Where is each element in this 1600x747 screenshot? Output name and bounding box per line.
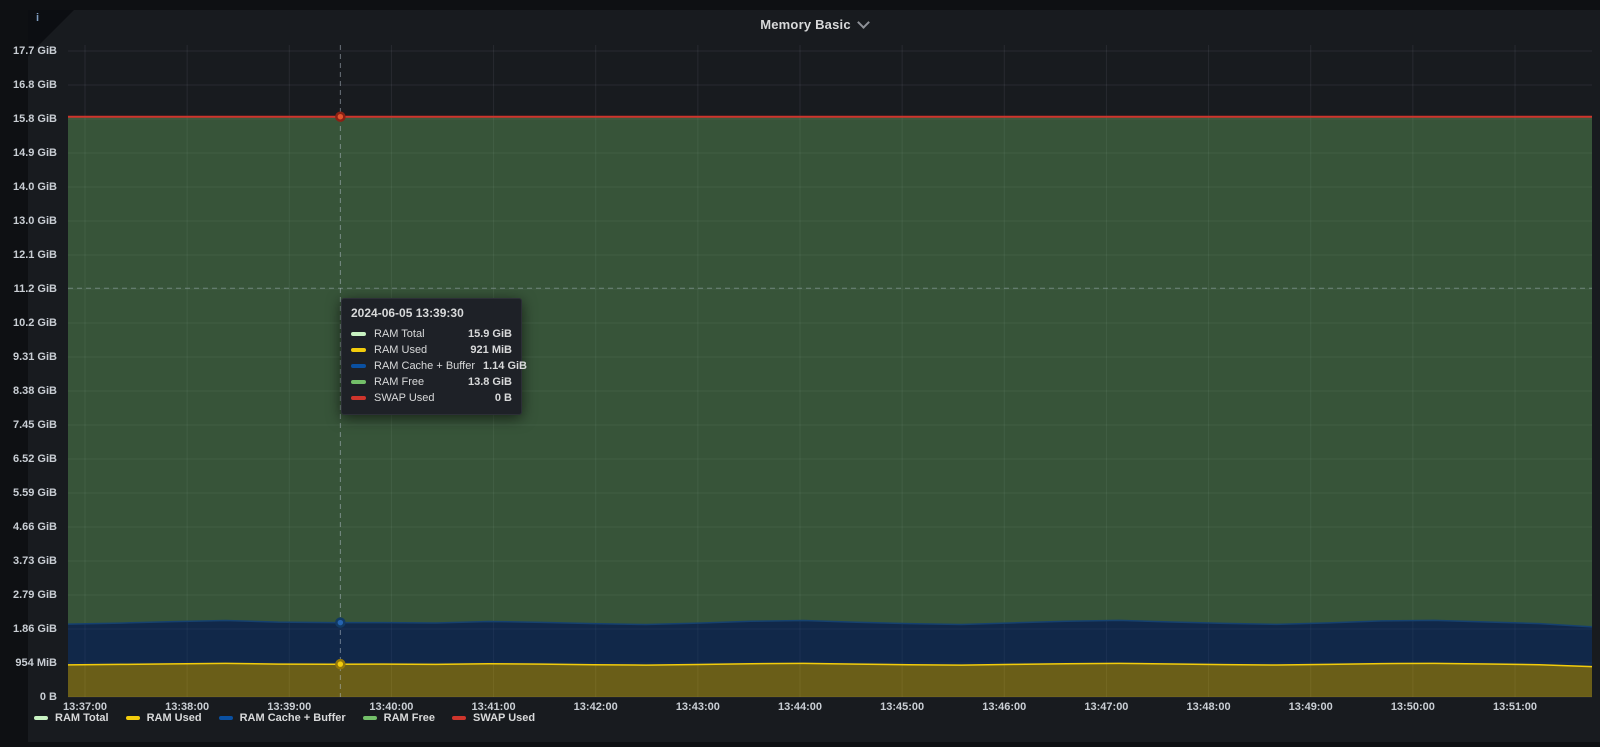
tooltip-series-swatch-icon — [351, 332, 366, 336]
legend-swatch-icon — [126, 716, 140, 720]
y-axis-label: 15.8 GiB — [0, 112, 57, 126]
y-axis-label: 4.66 GiB — [0, 520, 57, 534]
y-axis-label: 2.79 GiB — [0, 588, 57, 602]
legend-item[interactable]: RAM Total — [34, 712, 109, 724]
area-ram-free — [68, 117, 1592, 627]
y-axis-label: 8.38 GiB — [0, 384, 57, 398]
y-axis-label: 3.73 GiB — [0, 554, 57, 568]
tooltip-timestamp: 2024-06-05 13:39:30 — [351, 306, 512, 320]
y-axis-label: 6.52 GiB — [0, 452, 57, 466]
chart-plot-area[interactable] — [0, 0, 1600, 742]
y-axis-label: 13.0 GiB — [0, 214, 57, 228]
legend: RAM Total RAM Used RAM Cache + Buffer RAM F… — [34, 712, 535, 724]
y-axis-label: 10.2 GiB — [0, 316, 57, 330]
tooltip-row: SWAP Used 0 B — [351, 390, 512, 406]
tooltip-series-label: SWAP Used — [374, 392, 487, 404]
tooltip-series-value: 1.14 GiB — [483, 360, 527, 372]
legend-swatch-icon — [452, 716, 466, 720]
chart-svg — [0, 0, 1600, 742]
x-axis-label: 13:50:00 — [1375, 701, 1451, 714]
y-axis-label: 9.31 GiB — [0, 350, 57, 364]
x-axis-label: 13:51:00 — [1477, 701, 1553, 714]
hover-point — [336, 113, 344, 121]
y-axis-label: 16.8 GiB — [0, 78, 57, 92]
tooltip-series-label: RAM Free — [374, 376, 460, 388]
tooltip-series-label: RAM Total — [374, 328, 460, 340]
legend-swatch-icon — [219, 716, 233, 720]
y-axis-label: 954 MiB — [0, 656, 57, 670]
tooltip-series-swatch-icon — [351, 380, 366, 384]
tooltip-series-value: 15.9 GiB — [468, 328, 512, 340]
x-axis-label: 13:42:00 — [558, 701, 634, 714]
tooltip-row: RAM Cache + Buffer1.14 GiB — [351, 358, 512, 374]
x-axis-label: 13:47:00 — [1068, 701, 1144, 714]
tooltip-series-swatch-icon — [351, 364, 366, 368]
tooltip-series-label: RAM Used — [374, 344, 462, 356]
y-axis-label: 5.59 GiB — [0, 486, 57, 500]
tooltip-series-value: 921 MiB — [470, 344, 512, 356]
y-axis-label: 1.86 GiB — [0, 622, 57, 636]
x-axis-label: 13:48:00 — [1171, 701, 1247, 714]
y-axis-label: 11.2 GiB — [0, 282, 57, 296]
legend-item-label: RAM Total — [55, 712, 109, 724]
y-axis-label: 12.1 GiB — [0, 248, 57, 262]
area-ram-cache-buffer — [68, 620, 1592, 666]
x-axis-label: 13:44:00 — [762, 701, 838, 714]
y-axis-label: 14.9 GiB — [0, 146, 57, 160]
tooltip-series-value: 0 B — [495, 392, 512, 404]
tooltip-row: RAM Used 921 MiB — [351, 342, 512, 358]
legend-item[interactable]: SWAP Used — [452, 712, 535, 724]
hover-point — [336, 619, 344, 627]
tooltip-series-value: 13.8 GiB — [468, 376, 512, 388]
y-axis-label: 7.45 GiB — [0, 418, 57, 432]
legend-item-label: RAM Used — [147, 712, 202, 724]
tooltip-row: RAM Total 15.9 GiB — [351, 326, 512, 342]
tooltip-series-swatch-icon — [351, 348, 366, 352]
legend-item-label: RAM Free — [384, 712, 435, 724]
tooltip-series-label: RAM Cache + Buffer — [374, 360, 475, 372]
legend-swatch-icon — [363, 716, 377, 720]
legend-item-label: RAM Cache + Buffer — [240, 712, 346, 724]
legend-item[interactable]: RAM Used — [126, 712, 202, 724]
x-axis-label: 13:49:00 — [1273, 701, 1349, 714]
legend-item[interactable]: RAM Free — [363, 712, 435, 724]
x-axis-label: 13:45:00 — [864, 701, 940, 714]
tooltip-rows: RAM Total 15.9 GiB RAM Used 921 MiB RAM Cach… — [351, 326, 512, 406]
x-axis-label: 13:46:00 — [966, 701, 1042, 714]
hover-tooltip: 2024-06-05 13:39:30 RAM Total15.9 GiBRAM… — [341, 298, 522, 415]
area-ram-used — [68, 663, 1592, 697]
legend-item[interactable]: RAM Cache + Buffer — [219, 712, 346, 724]
legend-item-label: SWAP Used — [473, 712, 535, 724]
legend-swatch-icon — [34, 716, 48, 720]
hover-point — [336, 660, 344, 668]
x-axis-label: 13:43:00 — [660, 701, 736, 714]
tooltip-row: RAM Free 13.8 GiB — [351, 374, 512, 390]
y-axis-label: 17.7 GiB — [0, 44, 57, 58]
tooltip-series-swatch-icon — [351, 396, 366, 400]
y-axis-label: 14.0 GiB — [0, 180, 57, 194]
